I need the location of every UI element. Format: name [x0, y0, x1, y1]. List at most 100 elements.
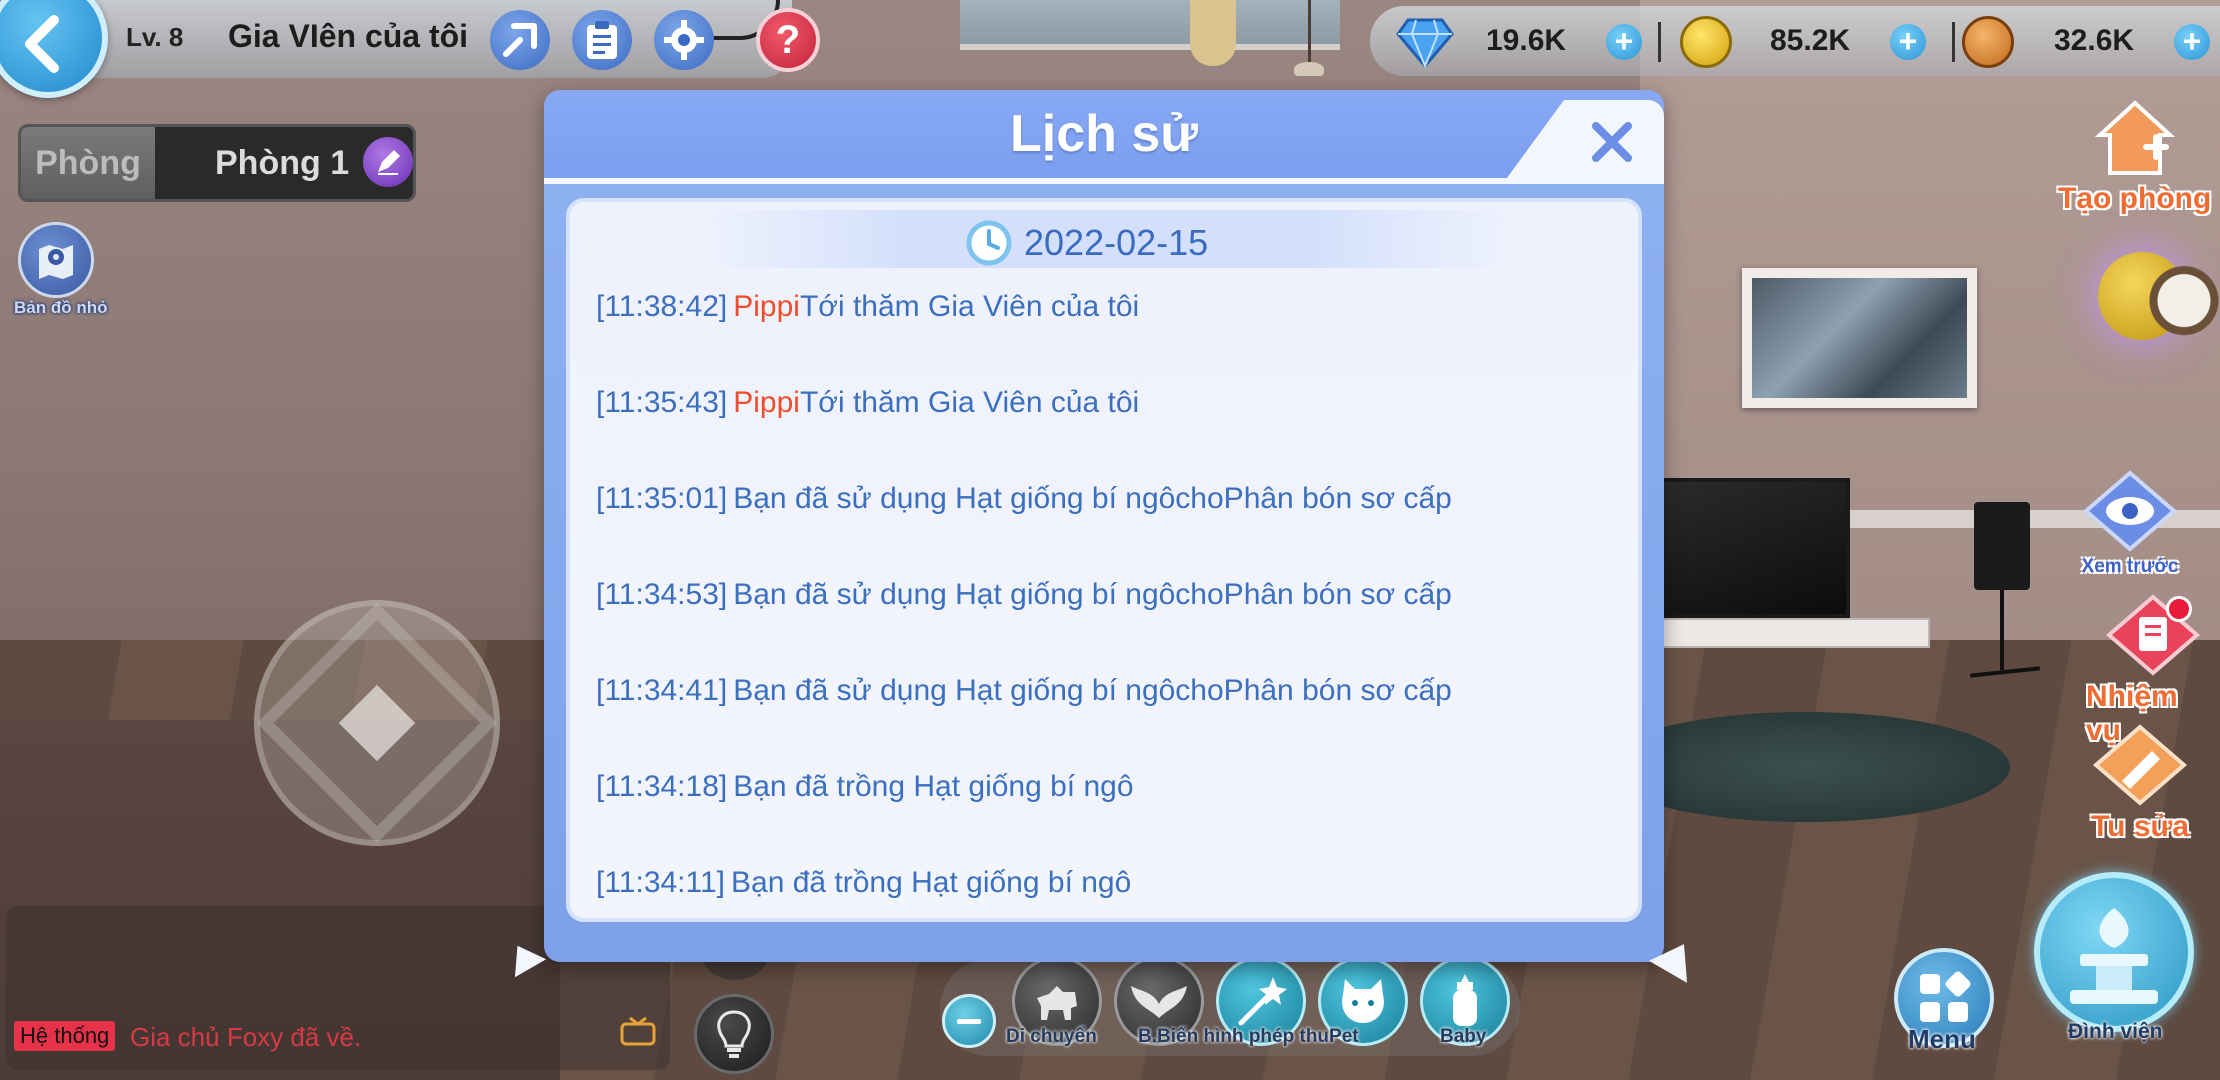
- expand-button[interactable]: [490, 10, 550, 70]
- history-date: 2022-02-15: [1024, 222, 1209, 263]
- collapse-actions-button[interactable]: [942, 994, 996, 1048]
- entry-player-name[interactable]: Pippi: [733, 290, 800, 324]
- clock-icon: [966, 220, 1012, 266]
- repair-label: Tu sửa: [2091, 810, 2189, 843]
- move-label: Di chuyển: [1006, 1026, 1097, 1047]
- house-plus-icon: [2085, 92, 2185, 182]
- vase-decor: [1190, 0, 1236, 66]
- list-item: [11:35:43] Pippi Tới thăm Gia Viên của t…: [596, 386, 1626, 482]
- eye-icon: [2080, 466, 2180, 556]
- minimap-label: Bản đồ nhỏ: [14, 298, 108, 317]
- hanging-lamp: [1294, 0, 1324, 76]
- television[interactable]: [1660, 478, 1850, 618]
- speaker[interactable]: [1974, 502, 2030, 590]
- entry-time: [11:34:53]: [596, 578, 728, 611]
- entry-text: Tới thăm Gia Viên của tôi: [799, 386, 1140, 419]
- transform-label-text: B.Biến hình phép thu: [1138, 1026, 1330, 1047]
- cat-icon: [1342, 979, 1384, 1023]
- close-button[interactable]: [1582, 112, 1642, 172]
- fountain-icon: [2070, 908, 2158, 1004]
- dog-icon: [1037, 986, 1077, 1020]
- hint-button[interactable]: [694, 994, 774, 1074]
- settings-button[interactable]: [654, 10, 714, 70]
- list-item: [11:34:11] Bạn đã trồng Hạt giống bí ngô: [596, 866, 1626, 918]
- entry-time: [11:38:42]: [596, 290, 728, 323]
- baby-label: Baby: [1440, 1026, 1487, 1047]
- gem-amount: 19.6K: [1486, 24, 1567, 57]
- dialog-header-divider: [544, 178, 1664, 184]
- token-amount: 32.6K: [2054, 24, 2135, 57]
- list-item: [11:34:18] Bạn đã trồng Hạt giống bí ngô: [596, 770, 1626, 866]
- entry-text: Bạn đã sử dụng Hạt giống bí ngôchoPhân b…: [733, 674, 1452, 707]
- dialog-title: Lịch sử: [1010, 105, 1198, 163]
- chevron-left-icon: [25, 15, 59, 73]
- entry-text: Tới thăm Gia Viên của tôi: [799, 290, 1140, 323]
- system-tag: Hệ thống: [14, 1021, 116, 1051]
- clock-decor: [2148, 250, 2220, 342]
- list-item: [11:35:01] Bạn đã sử dụng Hạt giống bí n…: [596, 482, 1626, 578]
- garden-name: Gia VIên của tôi: [228, 18, 469, 54]
- grid-icon: [1920, 971, 1971, 1022]
- add-tokens-button[interactable]: +: [2174, 24, 2210, 60]
- transform-label: B.Biến hình phép thuPet: [1138, 1026, 1359, 1048]
- gear-icon: [664, 20, 704, 60]
- coin-amount: 85.2K: [1770, 24, 1851, 57]
- create-room-button[interactable]: Tạo phòng: [2058, 92, 2211, 216]
- history-list: [11:38:42] Pippi Tới thăm Gia Viên của t…: [596, 290, 1626, 918]
- history-dialog: Lịch sử 2022-02-15 [11:38:42] Pippi Tới …: [544, 90, 1664, 962]
- tv-icon[interactable]: [620, 1016, 656, 1046]
- currency-divider: [1952, 22, 1955, 62]
- player-level: Lv. 8: [126, 22, 184, 52]
- window: [960, 0, 1340, 50]
- tv-stand[interactable]: [1650, 618, 1930, 648]
- repair-button[interactable]: Tu sửa: [2090, 720, 2190, 844]
- close-icon: [1592, 122, 1632, 162]
- add-gems-button[interactable]: +: [1606, 24, 1642, 60]
- magic-wand-icon: [1238, 977, 1287, 1026]
- edit-room-button[interactable]: [363, 137, 413, 187]
- garden-button[interactable]: [2034, 872, 2194, 1032]
- currency-divider: [1658, 22, 1661, 62]
- speaker-stand: [2000, 590, 2004, 670]
- token-icon: [1962, 16, 2014, 68]
- entry-text: Bạn đã trồng Hạt giống bí ngô: [733, 770, 1134, 803]
- history-list-panel[interactable]: 2022-02-15 [11:38:42] Pippi Tới thăm Gia…: [566, 198, 1642, 922]
- pen-icon: [378, 150, 400, 175]
- coin-icon: [1680, 16, 1732, 68]
- wall-painting[interactable]: [1742, 268, 1977, 408]
- minimap-button[interactable]: [18, 222, 94, 298]
- lightbulb-icon: [717, 1010, 751, 1058]
- baby-bottle-icon: [1453, 974, 1477, 1026]
- preview-button[interactable]: Xem trước: [2080, 466, 2180, 578]
- gem-currency: [1396, 16, 1454, 69]
- clipboard-button[interactable]: [572, 10, 632, 70]
- entry-text: Bạn đã sử dụng Hạt giống bí ngôchoPhân b…: [733, 578, 1452, 611]
- expand-icon: [503, 23, 537, 57]
- list-item: [11:34:41] Bạn đã sử dụng Hạt giống bí n…: [596, 674, 1626, 770]
- entry-time: [11:35:01]: [596, 482, 728, 515]
- entry-time: [11:34:11]: [596, 866, 725, 899]
- list-item: [11:38:42] Pippi Tới thăm Gia Viên của t…: [596, 290, 1626, 386]
- entry-player-name[interactable]: Pippi: [733, 386, 800, 420]
- add-coins-button[interactable]: +: [1890, 24, 1926, 60]
- entry-time: [11:35:43]: [596, 386, 728, 419]
- help-button[interactable]: ?: [756, 8, 820, 72]
- repair-icon: [2090, 720, 2190, 810]
- entry-text: Bạn đã sử dụng Hạt giống bí ngôchoPhân b…: [733, 482, 1452, 515]
- create-room-label: Tạo phòng: [2058, 182, 2212, 215]
- entry-text: Bạn đã trồng Hạt giống bí ngô: [731, 866, 1132, 899]
- notification-dot: [2166, 596, 2192, 622]
- room-tabs: Phòng Phòng 1: [18, 124, 416, 202]
- menu-label: Menu: [1908, 1024, 1976, 1054]
- pet-label-text: Pet: [1329, 1026, 1359, 1047]
- preview-label: Xem trước: [2081, 556, 2179, 577]
- map-pin-icon: [39, 245, 73, 279]
- garden-label: Đình viện: [2068, 1020, 2163, 1043]
- entry-time: [11:34:18]: [596, 770, 728, 803]
- chat-message: Gia chủ Foxy đã về.: [130, 1022, 362, 1052]
- clipboard-icon: [587, 21, 617, 59]
- tab-room[interactable]: Phòng: [21, 127, 155, 199]
- list-item: [11:34:53] Bạn đã sử dụng Hạt giống bí n…: [596, 578, 1626, 674]
- diamond-icon: [1396, 18, 1454, 69]
- entry-time: [11:34:41]: [596, 674, 728, 707]
